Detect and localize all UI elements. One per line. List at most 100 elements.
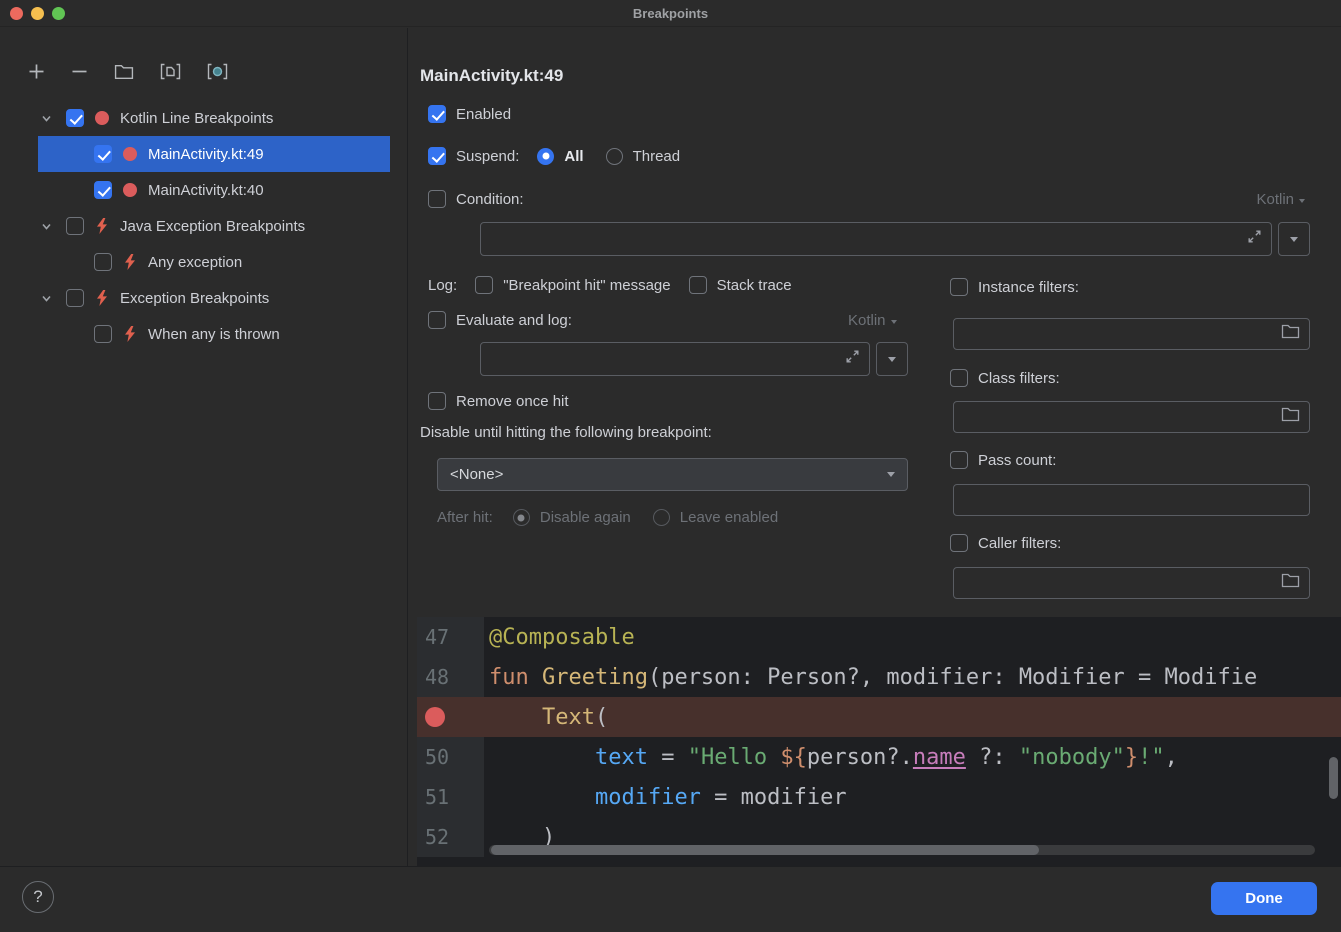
breakpoint-icon[interactable]: [425, 707, 445, 727]
pass-count-row: Pass count:: [950, 451, 1056, 469]
exception-breakpoint-icon: [122, 326, 138, 342]
tree-item-row[interactable]: MainActivity.kt:40: [0, 172, 406, 208]
line-number[interactable]: 50: [417, 737, 484, 777]
tree-checkbox[interactable]: [66, 289, 84, 307]
stack-trace-checkbox[interactable]: [689, 276, 707, 294]
suspend-thread-label: Thread: [633, 148, 681, 165]
brackets-class-icon: [207, 63, 228, 83]
vertical-scrollbar-thumb[interactable]: [1329, 757, 1338, 799]
exception-breakpoint-icon: [94, 218, 110, 234]
instance-filters-input[interactable]: [953, 318, 1310, 350]
line-number[interactable]: 47: [417, 617, 484, 657]
code-preview: 47@Composable48fun Greeting(person: Pers…: [417, 617, 1341, 866]
class-filters-row: Class filters:: [950, 369, 1060, 387]
disable-until-value: <None>: [450, 466, 503, 483]
after-hit-row: After hit: Disable again Leave enabled: [437, 509, 778, 526]
group-breakpoints-button[interactable]: [112, 62, 136, 85]
disable-until-dropdown[interactable]: <None>: [437, 458, 908, 491]
line-number[interactable]: 51: [417, 777, 484, 817]
breakpoints-dialog: Breakpoints Kotlin Line BreakpointsMainA…: [0, 0, 1341, 932]
enabled-label: Enabled: [456, 106, 511, 123]
horizontal-scrollbar-thumb[interactable]: [491, 845, 1039, 855]
line-number[interactable]: 52: [417, 817, 484, 857]
suspend-label: Suspend:: [456, 148, 519, 165]
remove-once-hit-checkbox[interactable]: [428, 392, 446, 410]
plus-icon: [28, 63, 45, 83]
tree-group-row[interactable]: Java Exception Breakpoints: [0, 208, 406, 244]
caller-filters-row: Caller filters:: [950, 534, 1061, 552]
evaluate-language-selector[interactable]: Kotlin: [848, 312, 897, 329]
condition-language-label: Kotlin: [1256, 191, 1294, 208]
evaluate-history-dropdown[interactable]: [876, 342, 908, 376]
expand-icon[interactable]: [845, 349, 860, 369]
after-hit-label: After hit:: [437, 509, 493, 526]
tree-checkbox[interactable]: [94, 325, 112, 343]
window-title: Breakpoints: [0, 0, 1341, 27]
done-button[interactable]: Done: [1211, 882, 1317, 915]
folder-icon[interactable]: [1281, 324, 1300, 344]
breakpoint-gutter[interactable]: [417, 697, 484, 737]
chevron-down-icon[interactable]: [38, 113, 54, 124]
tree-checkbox[interactable]: [94, 181, 112, 199]
tree-checkbox[interactable]: [94, 145, 112, 163]
pass-count-input[interactable]: [953, 484, 1310, 516]
evaluate-and-log-checkbox[interactable]: [428, 311, 446, 329]
class-filters-input[interactable]: [953, 401, 1310, 433]
line-number[interactable]: 48: [417, 657, 484, 697]
suspend-row: Suspend: All Thread: [428, 147, 680, 165]
code-line: 50 text = "Hello ${person?.name ?: "nobo…: [417, 737, 1341, 777]
tree-item-row[interactable]: MainActivity.kt:49: [0, 136, 406, 172]
tree-checkbox[interactable]: [94, 253, 112, 271]
tree-checkbox[interactable]: [66, 217, 84, 235]
suspend-thread-radio[interactable]: [606, 148, 623, 165]
chevron-down-icon[interactable]: [38, 293, 54, 304]
suspend-all-radio[interactable]: [537, 148, 554, 165]
disable-again-radio: [513, 509, 530, 526]
evaluate-input[interactable]: [480, 342, 870, 376]
code-line: 48fun Greeting(person: Person?, modifier…: [417, 657, 1341, 697]
code-lines: 47@Composable48fun Greeting(person: Pers…: [417, 617, 1341, 857]
add-breakpoint-button[interactable]: [26, 61, 47, 85]
tree-item-row[interactable]: Any exception: [0, 244, 406, 280]
folder-icon[interactable]: [1281, 407, 1300, 427]
condition-label: Condition:: [456, 191, 524, 208]
suspend-checkbox[interactable]: [428, 147, 446, 165]
expand-icon[interactable]: [1247, 229, 1262, 249]
suspend-all-label: All: [564, 148, 583, 165]
group-by-class-button[interactable]: [205, 61, 230, 85]
chevron-down-icon: [888, 357, 896, 362]
remove-breakpoint-button[interactable]: [69, 61, 90, 85]
tree-item-label: When any is thrown: [148, 326, 280, 343]
caller-filters-checkbox[interactable]: [950, 534, 968, 552]
enabled-row: Enabled: [428, 105, 511, 123]
exception-breakpoint-icon: [122, 254, 138, 270]
instance-filters-checkbox[interactable]: [950, 278, 968, 296]
stack-trace-label: Stack trace: [717, 277, 792, 294]
condition-row: Condition:: [428, 190, 524, 208]
breakpoint-hit-message-checkbox[interactable]: [475, 276, 493, 294]
evaluate-and-log-label: Evaluate and log:: [456, 312, 572, 329]
condition-language-selector[interactable]: Kotlin: [1256, 191, 1305, 208]
enabled-checkbox[interactable]: [428, 105, 446, 123]
folder-icon[interactable]: [1281, 573, 1300, 593]
disable-until-label: Disable until hitting the following brea…: [420, 424, 712, 441]
horizontal-scrollbar[interactable]: [489, 845, 1315, 855]
chevron-down-icon: [1299, 199, 1305, 203]
exception-breakpoint-icon: [94, 290, 110, 306]
tree-group-row[interactable]: Exception Breakpoints: [0, 280, 406, 316]
condition-checkbox[interactable]: [428, 190, 446, 208]
disable-again-label: Disable again: [540, 509, 631, 526]
chevron-down-icon[interactable]: [38, 221, 54, 232]
condition-history-dropdown[interactable]: [1278, 222, 1310, 256]
help-button[interactable]: ?: [22, 881, 54, 913]
class-filters-checkbox[interactable]: [950, 369, 968, 387]
condition-input[interactable]: [480, 222, 1272, 256]
caller-filters-input[interactable]: [953, 567, 1310, 599]
breakpoint-icon: [122, 147, 138, 161]
tree-checkbox[interactable]: [66, 109, 84, 127]
code-text: Text(: [484, 705, 1341, 730]
tree-group-row[interactable]: Kotlin Line Breakpoints: [0, 100, 406, 136]
pass-count-checkbox[interactable]: [950, 451, 968, 469]
group-by-file-button[interactable]: [158, 61, 183, 85]
tree-item-row[interactable]: When any is thrown: [0, 316, 406, 352]
